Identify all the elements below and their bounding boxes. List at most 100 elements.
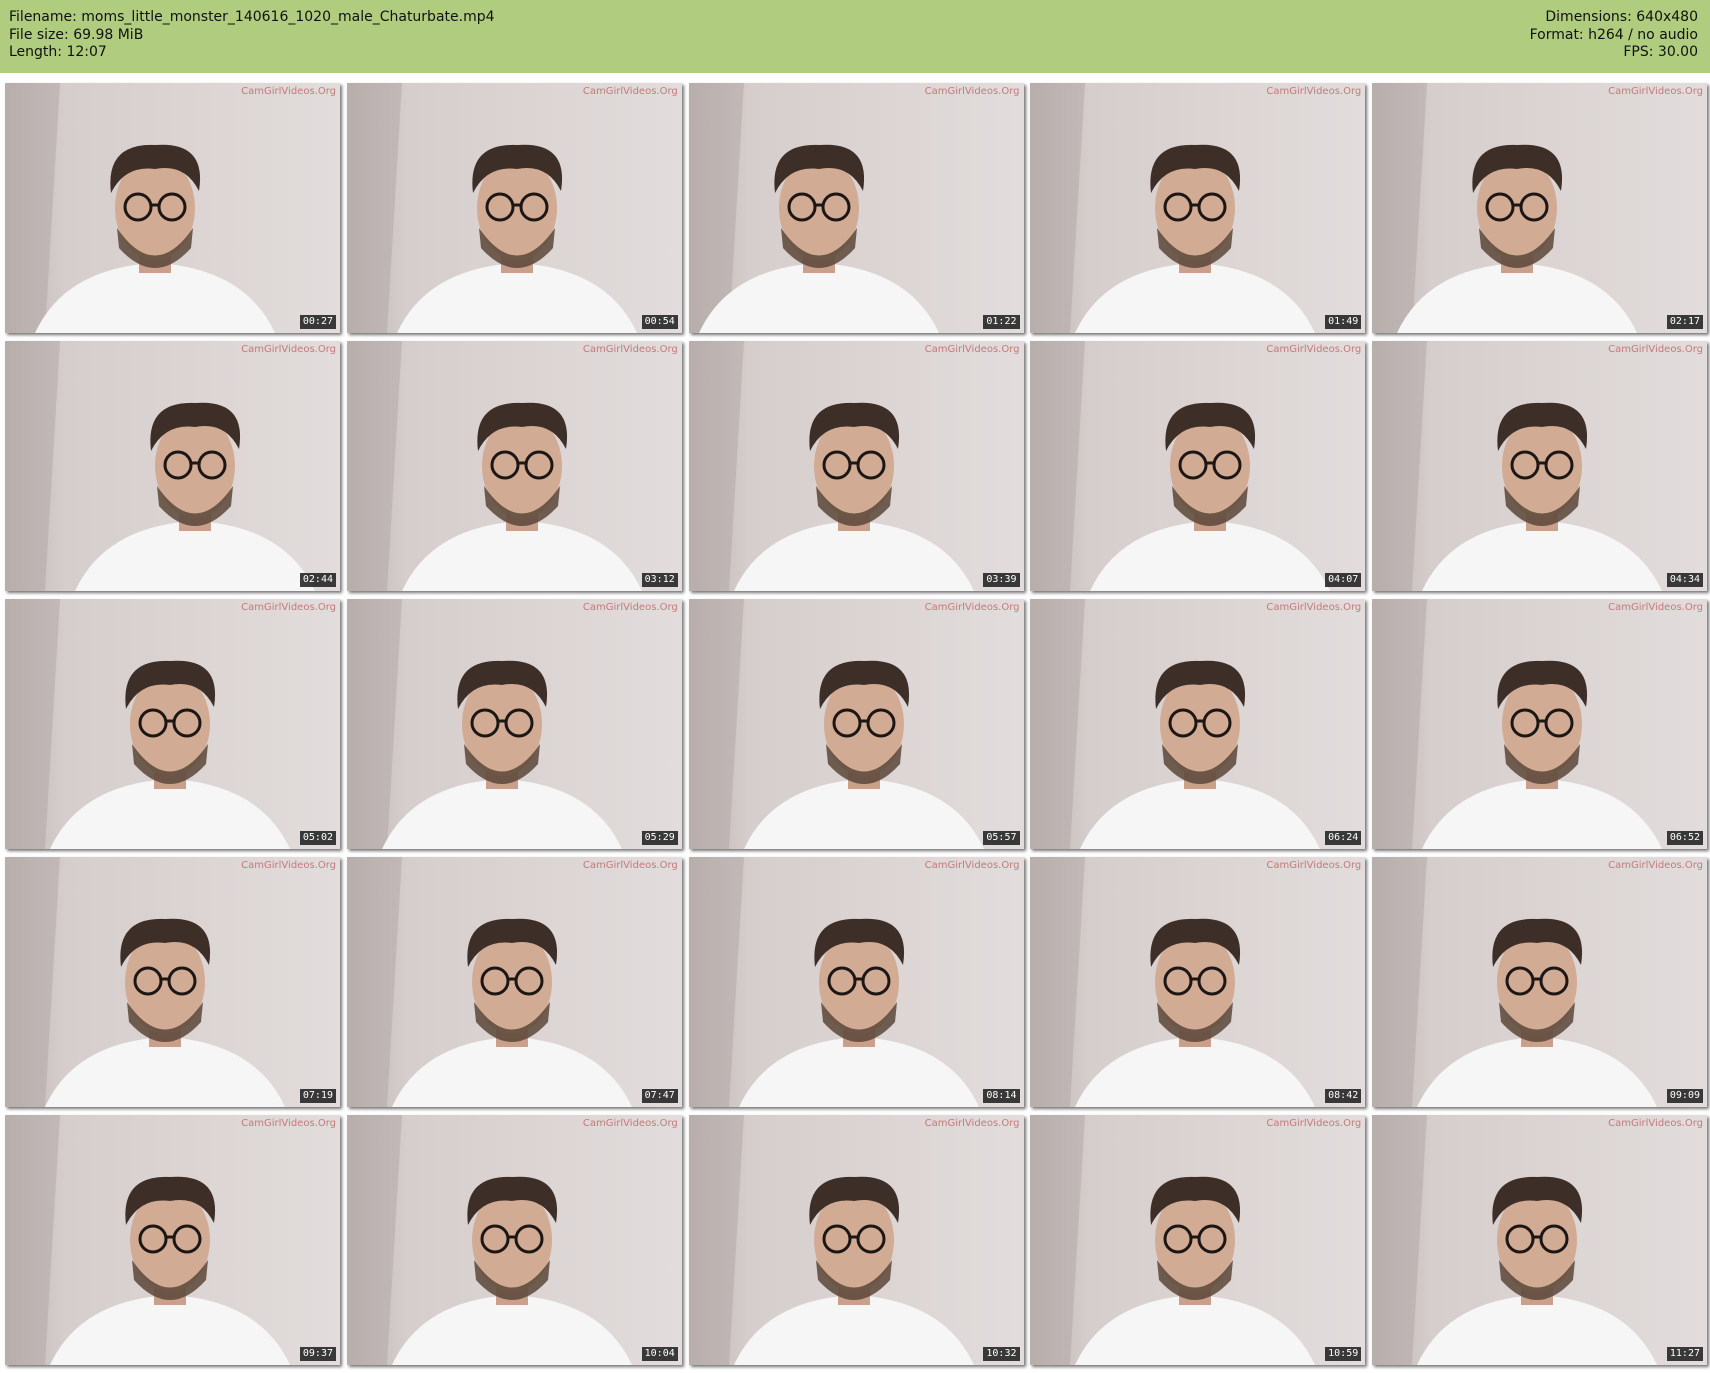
frame-image [1372, 857, 1707, 1107]
video-frame-thumbnail: CamGirlVideos.Org 02:44 [5, 341, 340, 591]
frame-image [1372, 83, 1707, 333]
video-frame-thumbnail: CamGirlVideos.Org 11:27 [1372, 1115, 1707, 1365]
timestamp-label: 05:29 [641, 831, 678, 845]
frame-image [688, 1115, 1024, 1365]
timestamp-label: 03:12 [641, 573, 678, 587]
video-frame-thumbnail: CamGirlVideos.Org 05:02 [5, 599, 340, 849]
frame-image [688, 83, 1024, 333]
length-text: Length: 12:07 [9, 44, 107, 60]
timestamp-label: 04:34 [1666, 573, 1703, 587]
video-frame-thumbnail: CamGirlVideos.Org 07:19 [5, 857, 340, 1107]
video-frame-thumbnail: CamGirlVideos.Org 04:34 [1372, 341, 1707, 591]
watermark-text: CamGirlVideos.Org [924, 344, 1020, 355]
thumbnail-grid: CamGirlVideos.Org 00:27 CamGirlVideos.Org 0… [5, 83, 1707, 1369]
video-frame-thumbnail: CamGirlVideos.Org 09:37 [5, 1115, 340, 1365]
timestamp-label: 09:37 [299, 1347, 336, 1361]
watermark-text: CamGirlVideos.Org [241, 86, 336, 97]
video-frame-thumbnail: CamGirlVideos.Org 02:17 [1372, 83, 1707, 333]
frame-image [346, 599, 682, 849]
frame-image [346, 1115, 682, 1365]
timestamp-label: 09:09 [1666, 1089, 1703, 1103]
frame-image [1030, 83, 1366, 333]
watermark-text: CamGirlVideos.Org [241, 344, 336, 355]
frame-image [688, 599, 1024, 849]
timestamp-label: 07:47 [641, 1089, 678, 1103]
fps-text: FPS: 30.00 [1623, 44, 1698, 60]
dimensions-text: Dimensions: 640x480 [1545, 9, 1698, 25]
timestamp-label: 10:59 [1325, 1347, 1362, 1361]
info-right: Dimensions: 640x480 Format: h264 / no au… [1530, 9, 1698, 62]
timestamp-label: 06:24 [1325, 831, 1362, 845]
frame-image [5, 83, 340, 333]
watermark-text: CamGirlVideos.Org [1266, 86, 1362, 97]
video-frame-thumbnail: CamGirlVideos.Org 09:09 [1372, 857, 1707, 1107]
video-frame-thumbnail: CamGirlVideos.Org 00:27 [5, 83, 340, 333]
info-header: Filename: moms_little_monster_140616_102… [0, 0, 1710, 73]
frame-image [1372, 1115, 1707, 1365]
video-frame-thumbnail: CamGirlVideos.Org 06:24 [1030, 599, 1366, 849]
frame-image [1030, 857, 1366, 1107]
timestamp-label: 01:22 [983, 315, 1020, 329]
video-frame-thumbnail: CamGirlVideos.Org 08:42 [1030, 857, 1366, 1107]
watermark-text: CamGirlVideos.Org [1608, 344, 1703, 355]
frame-image [5, 857, 340, 1107]
watermark-text: CamGirlVideos.Org [582, 860, 678, 871]
watermark-text: CamGirlVideos.Org [924, 1118, 1020, 1129]
timestamp-label: 05:02 [299, 831, 336, 845]
timestamp-label: 04:07 [1325, 573, 1362, 587]
watermark-text: CamGirlVideos.Org [924, 602, 1020, 613]
video-frame-thumbnail: CamGirlVideos.Org 01:22 [688, 83, 1024, 333]
video-frame-thumbnail: CamGirlVideos.Org 10:32 [688, 1115, 1024, 1365]
watermark-text: CamGirlVideos.Org [1608, 602, 1703, 613]
frame-image [1030, 341, 1366, 591]
watermark-text: CamGirlVideos.Org [241, 602, 336, 613]
video-frame-thumbnail: CamGirlVideos.Org 04:07 [1030, 341, 1366, 591]
timestamp-label: 00:27 [299, 315, 336, 329]
video-frame-thumbnail: CamGirlVideos.Org 03:12 [346, 341, 682, 591]
frame-image [5, 1115, 340, 1365]
video-frame-thumbnail: CamGirlVideos.Org 10:04 [346, 1115, 682, 1365]
info-left: Filename: moms_little_monster_140616_102… [9, 9, 495, 62]
watermark-text: CamGirlVideos.Org [1266, 860, 1362, 871]
video-frame-thumbnail: CamGirlVideos.Org 06:52 [1372, 599, 1707, 849]
timestamp-label: 10:04 [641, 1347, 678, 1361]
timestamp-label: 10:32 [983, 1347, 1020, 1361]
watermark-text: CamGirlVideos.Org [1608, 860, 1703, 871]
timestamp-label: 01:49 [1325, 315, 1362, 329]
watermark-text: CamGirlVideos.Org [1266, 602, 1362, 613]
frame-image [346, 857, 682, 1107]
frame-image [1372, 599, 1707, 849]
timestamp-label: 11:27 [1666, 1347, 1703, 1361]
video-frame-thumbnail: CamGirlVideos.Org 10:59 [1030, 1115, 1366, 1365]
timestamp-label: 05:57 [983, 831, 1020, 845]
frame-image [688, 857, 1024, 1107]
watermark-text: CamGirlVideos.Org [1266, 344, 1362, 355]
video-frame-thumbnail: CamGirlVideos.Org 05:57 [688, 599, 1024, 849]
watermark-text: CamGirlVideos.Org [1266, 1118, 1362, 1129]
watermark-text: CamGirlVideos.Org [924, 860, 1020, 871]
frame-image [688, 341, 1024, 591]
video-frame-thumbnail: CamGirlVideos.Org 01:49 [1030, 83, 1366, 333]
watermark-text: CamGirlVideos.Org [582, 86, 678, 97]
watermark-text: CamGirlVideos.Org [1608, 1118, 1703, 1129]
frame-image [346, 341, 682, 591]
frame-image [1372, 341, 1707, 591]
watermark-text: CamGirlVideos.Org [1608, 86, 1703, 97]
video-frame-thumbnail: CamGirlVideos.Org 08:14 [688, 857, 1024, 1107]
video-frame-thumbnail: CamGirlVideos.Org 00:54 [346, 83, 682, 333]
timestamp-label: 03:39 [983, 573, 1020, 587]
video-frame-thumbnail: CamGirlVideos.Org 05:29 [346, 599, 682, 849]
watermark-text: CamGirlVideos.Org [241, 1118, 336, 1129]
filename-text: Filename: moms_little_monster_140616_102… [9, 9, 495, 25]
watermark-text: CamGirlVideos.Org [924, 86, 1020, 97]
timestamp-label: 07:19 [299, 1089, 336, 1103]
frame-image [5, 341, 340, 591]
timestamp-label: 02:17 [1666, 315, 1703, 329]
frame-image [5, 599, 340, 849]
timestamp-label: 00:54 [641, 315, 678, 329]
timestamp-label: 06:52 [1666, 831, 1703, 845]
watermark-text: CamGirlVideos.Org [582, 344, 678, 355]
frame-image [346, 83, 682, 333]
timestamp-label: 02:44 [299, 573, 336, 587]
frame-image [1030, 599, 1366, 849]
